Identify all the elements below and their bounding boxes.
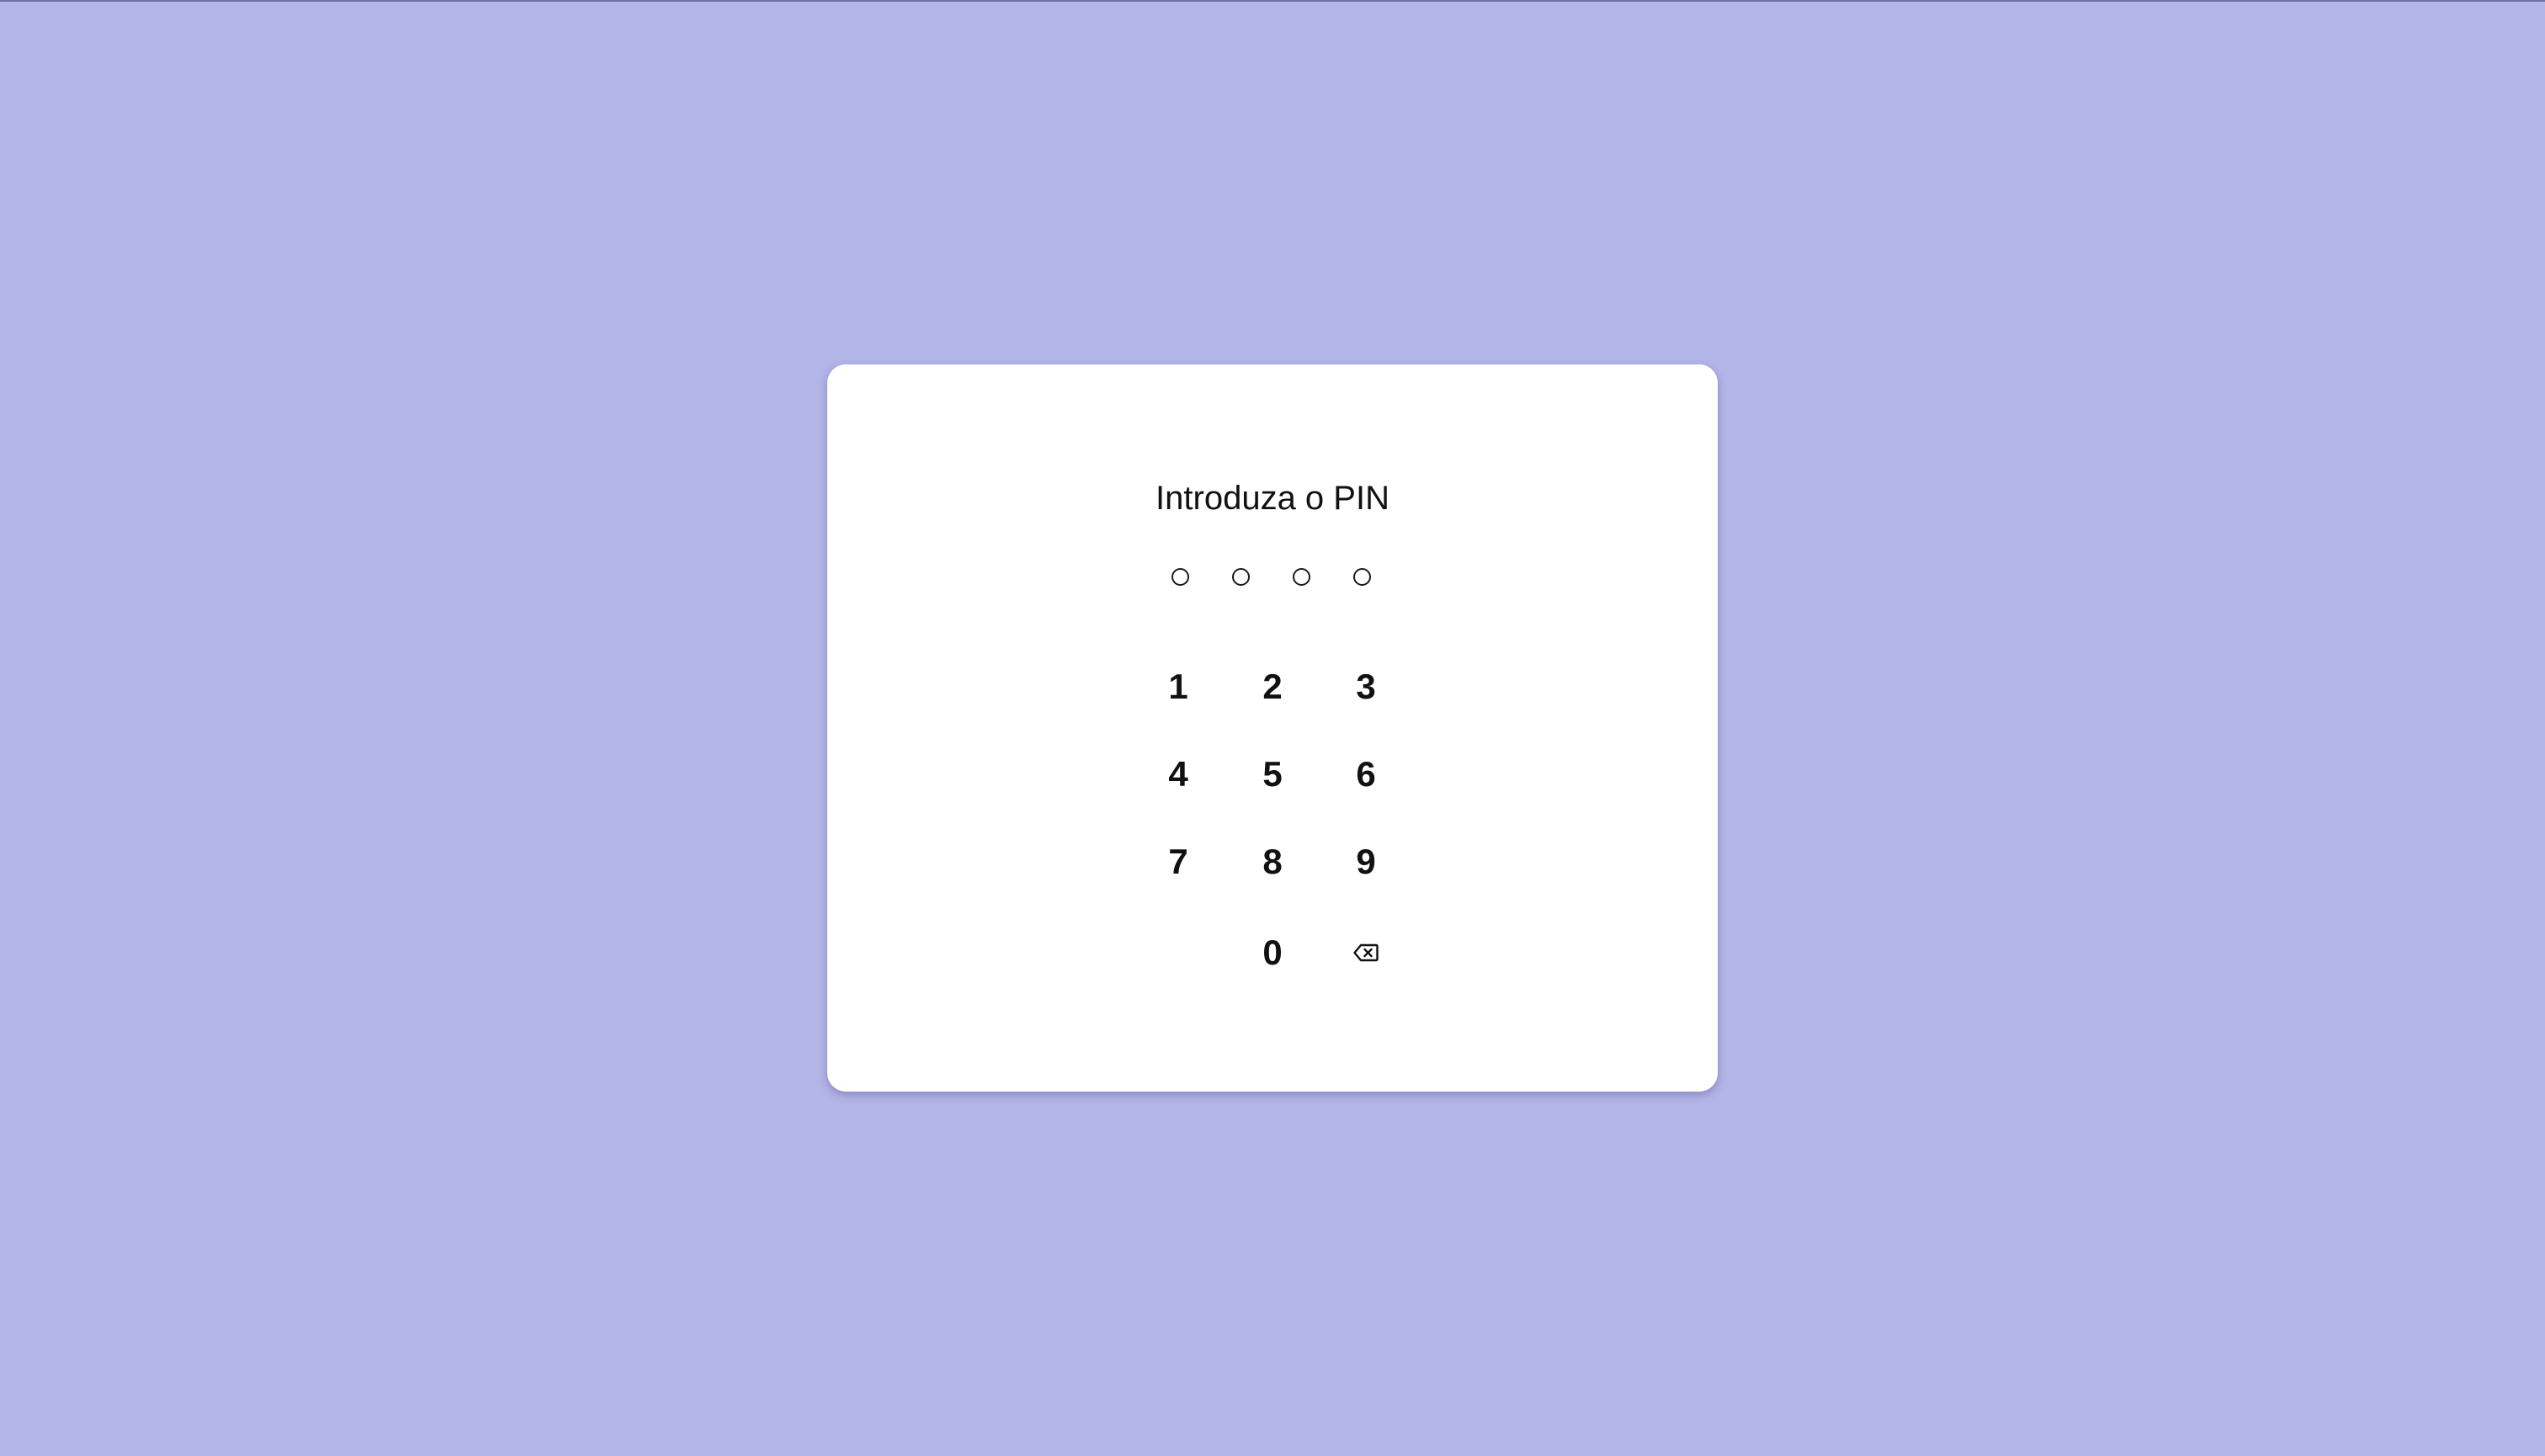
key-4[interactable]: 4 (1140, 741, 1216, 808)
backspace-button[interactable] (1328, 919, 1404, 986)
pin-dialog: Introduza o PIN 1 2 3 4 5 6 7 8 9 0 (827, 364, 1718, 1092)
key-8[interactable]: 8 (1235, 828, 1310, 895)
key-6[interactable]: 6 (1328, 741, 1404, 808)
key-5[interactable]: 5 (1235, 741, 1310, 808)
key-3[interactable]: 3 (1328, 653, 1404, 720)
backspace-icon (1353, 943, 1379, 962)
key-7[interactable]: 7 (1140, 828, 1216, 895)
key-1[interactable]: 1 (1140, 653, 1216, 720)
key-2[interactable]: 2 (1235, 653, 1310, 720)
top-border (0, 0, 2545, 2)
key-0[interactable]: 0 (1235, 919, 1310, 986)
keypad: 1 2 3 4 5 6 7 8 9 0 (827, 364, 1718, 1092)
key-9[interactable]: 9 (1328, 828, 1404, 895)
